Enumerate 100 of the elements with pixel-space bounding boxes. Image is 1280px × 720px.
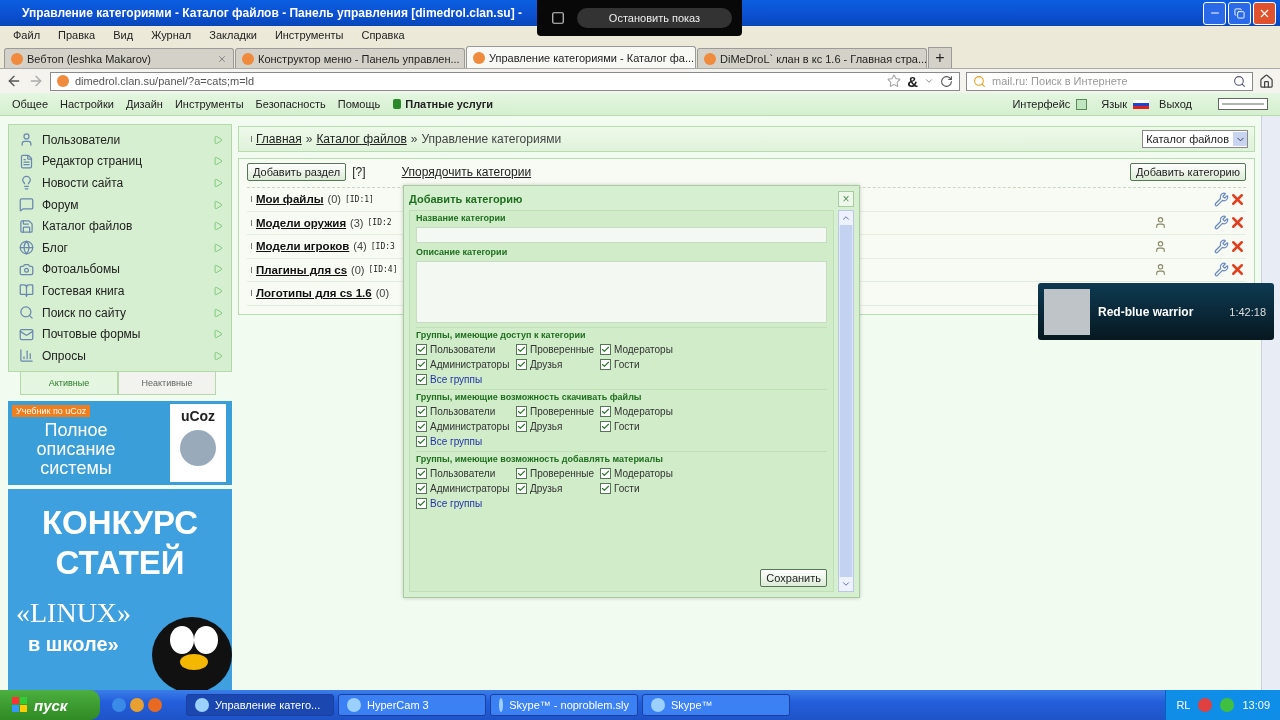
menu-item[interactable]: Справка xyxy=(352,29,414,41)
wrench-icon[interactable] xyxy=(1214,191,1229,207)
logout-link[interactable]: Выход xyxy=(1159,98,1192,110)
menu-item[interactable]: Инструменты xyxy=(265,29,353,41)
checkbox[interactable] xyxy=(516,483,527,494)
reload-icon[interactable] xyxy=(940,74,953,88)
taskbar-button[interactable]: Управление катего... xyxy=(186,694,334,716)
checkbox[interactable] xyxy=(600,359,611,370)
sidebar-item[interactable]: Фотоальбомы xyxy=(19,258,223,281)
back-icon[interactable] xyxy=(6,73,22,89)
user-icon[interactable] xyxy=(1154,216,1167,230)
add-category-button[interactable]: Добавить категорию xyxy=(1129,163,1246,181)
checkbox[interactable] xyxy=(516,344,527,355)
category-link[interactable]: Модели игроков xyxy=(256,240,350,253)
close-button[interactable] xyxy=(1253,1,1276,25)
scroll-down-icon[interactable] xyxy=(841,579,851,589)
window-icon[interactable] xyxy=(551,11,565,25)
input-field[interactable] xyxy=(416,227,827,243)
checkbox[interactable] xyxy=(416,406,427,417)
admin-menu-item[interactable]: Платные услуги xyxy=(405,98,494,110)
checkbox[interactable] xyxy=(416,374,427,385)
sidebar-item[interactable]: Почтовые формы xyxy=(19,323,223,345)
restore-button[interactable] xyxy=(1228,1,1251,25)
sidebar-item[interactable]: Новости сайта xyxy=(19,172,223,194)
category-link[interactable]: Плагины для cs xyxy=(256,263,348,276)
taskbar-button[interactable]: HyperCam 3 xyxy=(338,694,486,716)
checkbox[interactable] xyxy=(416,359,427,370)
admin-menu-item[interactable]: Общее xyxy=(12,98,49,110)
save-button[interactable]: Сохранить xyxy=(760,569,827,587)
sidebar-tab[interactable]: Неактивные xyxy=(118,371,216,395)
browser-tab[interactable]: Вебтоп (leshka Makarov) xyxy=(4,48,234,68)
stop-sharing-button[interactable]: Остановить показ xyxy=(577,8,732,28)
sidebar-item[interactable]: Опросы xyxy=(19,344,223,367)
scroll-up-icon[interactable] xyxy=(841,213,851,223)
sort-link[interactable]: Упорядочить категории xyxy=(401,165,532,179)
menu-item[interactable]: Файл xyxy=(4,29,50,41)
checkbox[interactable] xyxy=(600,421,611,432)
sidebar-item[interactable]: Каталог файлов xyxy=(19,215,223,237)
checkbox[interactable] xyxy=(600,406,611,417)
search-icon[interactable] xyxy=(1233,74,1246,88)
checkbox[interactable] xyxy=(416,344,427,355)
admin-menu-item[interactable]: Помощь xyxy=(337,98,381,110)
sidebar-item[interactable]: Гостевая книга xyxy=(19,280,223,302)
breadcrumb-link[interactable]: Главная xyxy=(256,132,302,146)
sidebar-item[interactable]: Поиск по сайту xyxy=(19,301,223,324)
close-button[interactable]: × xyxy=(838,191,854,207)
category-link[interactable]: Модели оружия xyxy=(256,216,347,229)
admin-menu-item[interactable]: Инструменты xyxy=(174,98,244,110)
checkbox[interactable] xyxy=(516,406,527,417)
section-select[interactable]: Каталог файлов xyxy=(1142,130,1248,148)
wrench-icon[interactable] xyxy=(1214,215,1229,231)
checkbox[interactable] xyxy=(516,468,527,479)
checkbox[interactable] xyxy=(416,498,427,509)
category-link[interactable]: Мои файлы xyxy=(256,193,324,206)
checkbox[interactable] xyxy=(516,359,527,370)
advert-banner[interactable]: Учебник по uCoz Полное описание системы uCoz xyxy=(8,400,232,485)
checkbox-link[interactable]: Все группы xyxy=(430,436,483,447)
help-link[interactable]: [?] xyxy=(352,165,366,179)
browser-tab[interactable]: DiMeDroL` клан в кс 1.6 - Главная стра... xyxy=(697,48,927,68)
sidebar-item[interactable]: Форум xyxy=(19,193,223,216)
menu-item[interactable]: Журнал xyxy=(142,29,201,41)
checkbox[interactable] xyxy=(600,483,611,494)
checkbox[interactable] xyxy=(416,468,427,479)
search-bar[interactable]: mail.ru: Поиск в Интернете xyxy=(966,71,1253,91)
checkbox[interactable] xyxy=(416,421,427,432)
sidebar-item[interactable]: Пользователи xyxy=(19,129,223,151)
category-link[interactable]: Логотипы для cs 1.6 xyxy=(256,287,372,300)
browser-tab[interactable]: Конструктор меню - Панель управлен... xyxy=(235,48,465,68)
checkbox-link[interactable]: Все группы xyxy=(430,498,483,509)
sidebar-item[interactable]: Редактор страниц xyxy=(19,150,223,173)
address-field[interactable]: dimedrol.clan.su/panel/?a=cats;m=ld & xyxy=(50,71,960,91)
menu-item[interactable]: Закладки xyxy=(200,29,266,41)
minimize-button[interactable] xyxy=(1203,1,1226,25)
taskbar-button[interactable]: Skype™ - noproblem.sly xyxy=(490,694,638,716)
user-icon[interactable] xyxy=(1154,263,1167,277)
new-tab-button[interactable]: + xyxy=(928,47,952,68)
menu-item[interactable]: Вид xyxy=(104,29,143,41)
breadcrumb-link[interactable]: Каталог файлов xyxy=(316,132,407,146)
checkbox[interactable] xyxy=(600,468,611,479)
add-section-button[interactable]: Добавить раздел xyxy=(247,163,347,181)
checkbox[interactable] xyxy=(600,344,611,355)
checkbox[interactable] xyxy=(416,436,427,447)
textarea-field[interactable] xyxy=(416,261,827,323)
home-icon[interactable] xyxy=(1259,73,1274,89)
admin-menu-item[interactable]: Безопасность xyxy=(255,98,326,110)
start-button[interactable]: пуск xyxy=(0,690,100,720)
user-icon[interactable] xyxy=(1154,239,1167,253)
sidebar-item[interactable]: Блог xyxy=(19,236,223,259)
menu-item[interactable]: Правка xyxy=(49,29,105,41)
checkbox[interactable] xyxy=(516,421,527,432)
wrench-icon[interactable] xyxy=(1214,238,1229,254)
wrench-icon[interactable] xyxy=(1214,262,1229,278)
taskbar-button[interactable]: Skype™ xyxy=(642,694,790,716)
star-icon[interactable] xyxy=(887,74,902,88)
notification-popup[interactable]: Red-blue warrior 1:42:18 xyxy=(1038,283,1274,340)
checkbox-link[interactable]: Все группы xyxy=(430,374,483,385)
checkbox[interactable] xyxy=(416,483,427,494)
language-link[interactable]: Язык xyxy=(1101,98,1128,110)
browser-tab[interactable]: Управление категориями - Каталог фа... xyxy=(466,46,696,68)
toolbar-glyph[interactable]: & xyxy=(907,72,918,90)
